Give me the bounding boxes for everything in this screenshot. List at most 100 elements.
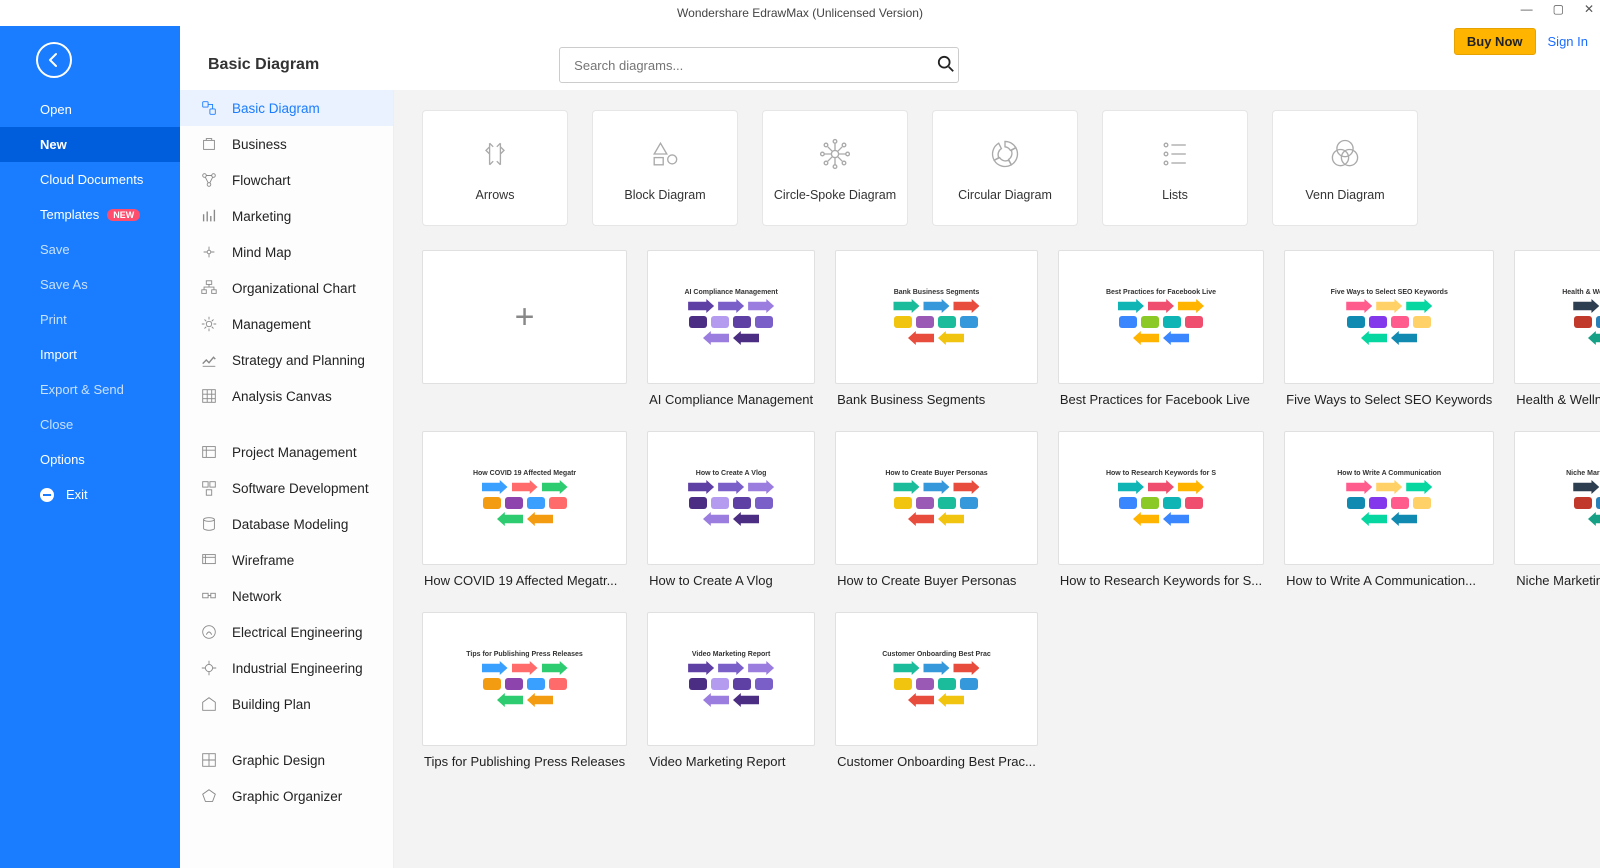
- diagram-type-icon: [985, 134, 1025, 174]
- template-thumbnail-preview: Customer Onboarding Best Prac: [844, 621, 1029, 737]
- sidebar-import[interactable]: Import: [0, 337, 180, 372]
- diagram-type-lists[interactable]: Lists: [1102, 110, 1248, 226]
- diagram-type-label: Venn Diagram: [1305, 188, 1384, 202]
- template-grid: + AI Compliance ManagementAI Compliance M…: [422, 250, 1572, 773]
- template-thumbnail: Customer Onboarding Best Prac: [835, 612, 1038, 746]
- category-label: Industrial Engineering: [232, 661, 363, 676]
- minimize-icon[interactable]: —: [1521, 2, 1533, 16]
- back-button[interactable]: [36, 42, 72, 78]
- category-item-database-modeling[interactable]: Database Modeling: [180, 506, 393, 542]
- category-item-software-development[interactable]: Software Development: [180, 470, 393, 506]
- template-card-how-to-create-buyer-personas[interactable]: How to Create Buyer PersonasHow to Creat…: [835, 431, 1038, 592]
- category-item-organizational-chart[interactable]: Organizational Chart: [180, 270, 393, 306]
- category-item-strategy-and-planning[interactable]: Strategy and Planning: [180, 342, 393, 378]
- diagram-type-arrows[interactable]: Arrows: [422, 110, 568, 226]
- category-icon: [200, 315, 218, 333]
- template-card-customer-onboarding-best-prac[interactable]: Customer Onboarding Best PracCustomer On…: [835, 612, 1038, 773]
- search-input[interactable]: [559, 47, 959, 83]
- template-card-ai-compliance-management[interactable]: AI Compliance ManagementAI Compliance Ma…: [647, 250, 815, 411]
- template-title: AI Compliance Management: [647, 384, 815, 411]
- template-card-tips-for-publishing-press-releases[interactable]: Tips for Publishing Press ReleasesTips f…: [422, 612, 627, 773]
- diagram-type-venn-diagram[interactable]: Venn Diagram: [1272, 110, 1418, 226]
- new-badge: NEW: [107, 209, 140, 221]
- category-item-marketing[interactable]: Marketing: [180, 198, 393, 234]
- exit-icon: [40, 488, 54, 502]
- sidebar-cloud-documents[interactable]: Cloud Documents: [0, 162, 180, 197]
- category-item-project-management[interactable]: Project Management: [180, 434, 393, 470]
- template-thumbnail: How to Write A Communication: [1284, 431, 1494, 565]
- diagram-type-block-diagram[interactable]: Block Diagram: [592, 110, 738, 226]
- category-icon: [200, 751, 218, 769]
- diagram-type-icon: [815, 134, 855, 174]
- category-item-network[interactable]: Network: [180, 578, 393, 614]
- sidebar-templates[interactable]: Templates NEW: [0, 197, 180, 232]
- diagram-type-circular-diagram[interactable]: Circular Diagram: [932, 110, 1078, 226]
- template-card-new-blank[interactable]: +: [422, 250, 627, 411]
- category-icon: [200, 207, 218, 225]
- diagram-type-row: ArrowsBlock DiagramCircle-Spoke DiagramC…: [394, 90, 1600, 250]
- template-card-health-wellness-progress-rep[interactable]: Health & Wellness Progress RepHealth & W…: [1514, 250, 1600, 411]
- close-window-icon[interactable]: ✕: [1584, 2, 1594, 16]
- sidebar-save-as[interactable]: Save As: [0, 267, 180, 302]
- search-icon[interactable]: [937, 55, 955, 73]
- category-item-graphic-design[interactable]: Graphic Design: [180, 742, 393, 778]
- category-item-electrical-engineering[interactable]: Electrical Engineering: [180, 614, 393, 650]
- sidebar-options[interactable]: Options: [0, 442, 180, 477]
- plus-icon: +: [515, 298, 535, 337]
- category-label: Electrical Engineering: [232, 625, 363, 640]
- category-item-basic-diagram[interactable]: Basic Diagram: [180, 90, 393, 126]
- category-label: Mind Map: [232, 245, 291, 260]
- category-item-mind-map[interactable]: Mind Map: [180, 234, 393, 270]
- arrow-left-icon: [44, 50, 64, 70]
- template-thumbnail: Video Marketing Report: [647, 612, 815, 746]
- template-title: Five Ways to Select SEO Keywords: [1284, 384, 1494, 411]
- category-item-wireframe[interactable]: Wireframe: [180, 542, 393, 578]
- category-icon: [200, 443, 218, 461]
- file-menu-sidebar: Open New Cloud Documents Templates NEW S…: [0, 26, 180, 868]
- template-card-how-to-research-keywords-for-s[interactable]: How to Research Keywords for SHow to Res…: [1058, 431, 1264, 592]
- category-label: Building Plan: [232, 697, 311, 712]
- category-item-graphic-organizer[interactable]: Graphic Organizer: [180, 778, 393, 814]
- sidebar-new[interactable]: New: [0, 127, 180, 162]
- template-title: Health & Wellness Progress Rep...: [1514, 384, 1600, 411]
- category-item-business[interactable]: Business: [180, 126, 393, 162]
- category-label: Graphic Organizer: [232, 789, 342, 804]
- category-item-building-plan[interactable]: Building Plan: [180, 686, 393, 722]
- category-item-management[interactable]: Management: [180, 306, 393, 342]
- template-card-how-to-write-a-communication[interactable]: How to Write A CommunicationHow to Write…: [1284, 431, 1494, 592]
- sign-in-link[interactable]: Sign In: [1548, 34, 1588, 49]
- category-label: Database Modeling: [232, 517, 348, 532]
- template-thumbnail: Niche Marketing Strategy Tips: [1514, 431, 1600, 565]
- template-thumbnail: +: [422, 250, 627, 384]
- template-card-niche-marketing-strategy-tips[interactable]: Niche Marketing Strategy TipsNiche Marke…: [1514, 431, 1600, 592]
- template-title: How COVID 19 Affected Megatr...: [422, 565, 627, 592]
- category-item-analysis-canvas[interactable]: Analysis Canvas: [180, 378, 393, 414]
- template-card-how-covid-19-affected-megatr[interactable]: How COVID 19 Affected MegatrHow COVID 19…: [422, 431, 627, 592]
- sidebar-open[interactable]: Open: [0, 92, 180, 127]
- template-card-video-marketing-report[interactable]: Video Marketing ReportVideo Marketing Re…: [647, 612, 815, 773]
- template-card-five-ways-to-select-seo-keywords[interactable]: Five Ways to Select SEO KeywordsFive Way…: [1284, 250, 1494, 411]
- template-thumbnail: How to Research Keywords for S: [1058, 431, 1264, 565]
- sidebar-save[interactable]: Save: [0, 232, 180, 267]
- category-item-industrial-engineering[interactable]: Industrial Engineering: [180, 650, 393, 686]
- template-thumbnail-preview: Video Marketing Report: [655, 621, 808, 737]
- sidebar-exit[interactable]: Exit: [0, 477, 180, 512]
- category-icon: [200, 243, 218, 261]
- sidebar-print[interactable]: Print: [0, 302, 180, 337]
- buy-now-button[interactable]: Buy Now: [1454, 28, 1536, 55]
- category-icon: [200, 135, 218, 153]
- category-icon: [200, 587, 218, 605]
- template-card-best-practices-for-facebook-live[interactable]: Best Practices for Facebook LiveBest Pra…: [1058, 250, 1264, 411]
- template-card-bank-business-segments[interactable]: Bank Business SegmentsBank Business Segm…: [835, 250, 1038, 411]
- diagram-type-circle-spoke-diagram[interactable]: Circle-Spoke Diagram: [762, 110, 908, 226]
- sidebar-close[interactable]: Close: [0, 407, 180, 442]
- category-icon: [200, 279, 218, 297]
- template-thumbnail: Bank Business Segments: [835, 250, 1038, 384]
- category-item-flowchart[interactable]: Flowchart: [180, 162, 393, 198]
- template-thumbnail: How to Create Buyer Personas: [835, 431, 1038, 565]
- category-label: Basic Diagram: [232, 101, 320, 116]
- maximize-icon[interactable]: ▢: [1553, 2, 1564, 16]
- sidebar-export-send[interactable]: Export & Send: [0, 372, 180, 407]
- template-thumbnail-preview: How to Create A Vlog: [655, 440, 808, 556]
- template-card-how-to-create-a-vlog[interactable]: How to Create A VlogHow to Create A Vlog: [647, 431, 815, 592]
